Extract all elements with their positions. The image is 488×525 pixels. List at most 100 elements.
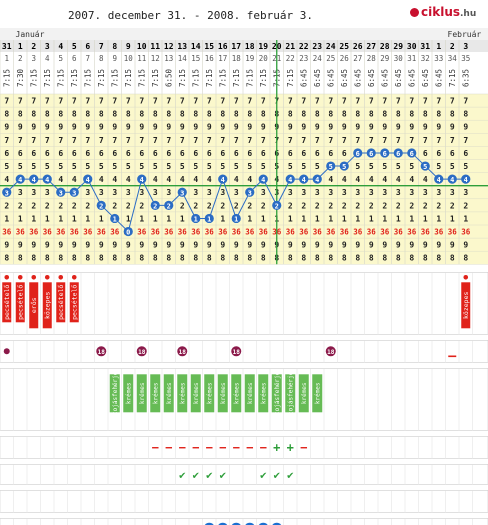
scale-digit: 36 — [353, 228, 363, 237]
scale-digit: 5 — [247, 162, 252, 171]
scale-digit: 7 — [463, 136, 468, 145]
scale-digit: 7 — [261, 136, 266, 145]
time-label: 7:15 — [124, 69, 133, 87]
scale-digit: 7 — [328, 97, 333, 106]
scale-digit: 5 — [234, 162, 239, 171]
scale-digit: 7 — [355, 97, 360, 106]
scale-digit: 3 — [436, 188, 441, 197]
scale-digit: 1 — [85, 214, 90, 223]
scale-digit: 9 — [207, 241, 212, 250]
cycle-day-label: 4 — [45, 54, 50, 63]
scale-digit: 7 — [18, 136, 23, 145]
scale-digit: 9 — [382, 123, 387, 132]
scale-digit: 7 — [166, 97, 171, 106]
scale-digit: 7 — [247, 136, 252, 145]
scale-digit: 9 — [99, 241, 104, 250]
cycle-day-label: 12 — [151, 54, 160, 63]
day-of-month-label: 1 — [436, 42, 441, 51]
scale-digit: 5 — [99, 162, 104, 171]
scale-digit: 36 — [286, 228, 296, 237]
bleeding-dot-icon — [44, 275, 50, 280]
scale-digit: 3 — [153, 188, 158, 197]
scale-digit: 9 — [112, 241, 117, 250]
check-icon: ✔ — [260, 468, 267, 481]
scale-digit: 6 — [31, 149, 36, 158]
scale-digit: 36 — [16, 228, 26, 237]
scale-digit: 8 — [126, 110, 131, 119]
scale-digit: 7 — [409, 97, 414, 106]
scale-digit: 3 — [315, 188, 320, 197]
scale-digit: 7 — [463, 97, 468, 106]
check-icon: ✔ — [287, 468, 294, 481]
scale-digit: 5 — [463, 162, 468, 171]
temperature-point-label: 5 — [342, 163, 346, 171]
scale-digit: 1 — [247, 214, 252, 223]
check-icon: ✔ — [192, 468, 199, 481]
scale-digit: 9 — [315, 123, 320, 132]
scale-digit: 2 — [126, 201, 131, 210]
scale-digit: 8 — [463, 254, 468, 263]
scale-digit: 5 — [355, 162, 360, 171]
scale-digit: 9 — [342, 241, 347, 250]
scale-digit: 7 — [72, 97, 77, 106]
scale-digit: 6 — [193, 149, 198, 158]
scale-digit: 7 — [4, 136, 9, 145]
scale-digit: 2 — [315, 201, 320, 210]
scale-digit: 8 — [409, 254, 414, 263]
scale-digit: 8 — [18, 110, 23, 119]
scale-digit: 4 — [180, 175, 185, 184]
scale-digit: 8 — [396, 110, 401, 119]
scale-digit: 9 — [234, 123, 239, 132]
intercourse-start-icon — [3, 348, 10, 355]
scale-digit: 1 — [342, 214, 347, 223]
scale-digit: 3 — [301, 188, 306, 197]
scale-digit: 5 — [45, 162, 50, 171]
scale-digit: 1 — [220, 214, 225, 223]
day-of-month-label: 5 — [72, 42, 77, 51]
temperature-point-label: 1 — [113, 215, 117, 223]
scale-digit: 36 — [259, 228, 269, 237]
time-label: 6:45 — [299, 69, 308, 87]
scale-digit: 8 — [72, 110, 77, 119]
scale-digit: 4 — [207, 175, 212, 184]
scale-digit: 6 — [139, 149, 144, 158]
scale-digit: 5 — [382, 162, 387, 171]
scale-digit: 9 — [126, 123, 131, 132]
scale-digit: 9 — [99, 123, 104, 132]
scale-digit: 9 — [463, 241, 468, 250]
scale-digit: 5 — [301, 162, 306, 171]
scale-digit: 7 — [139, 136, 144, 145]
scale-digit: 8 — [85, 110, 90, 119]
test-positive-icon: + — [287, 440, 294, 454]
scale-digit: 9 — [355, 123, 360, 132]
scale-digit: 8 — [4, 110, 9, 119]
scale-digit: 9 — [45, 123, 50, 132]
scale-digit: 1 — [45, 214, 50, 223]
scale-digit: 9 — [396, 123, 401, 132]
scale-digit: 9 — [72, 123, 77, 132]
scale-digit: 3 — [382, 188, 387, 197]
bleeding-label: pecsételő — [2, 285, 11, 320]
scale-digit: 9 — [85, 123, 90, 132]
day-of-month-label: 29 — [393, 42, 403, 51]
temperature-point-label: 5 — [329, 163, 333, 171]
scale-digit: 7 — [85, 136, 90, 145]
scale-digit: 6 — [301, 149, 306, 158]
cycle-day-label: 23 — [299, 54, 308, 63]
scale-digit: 7 — [369, 136, 374, 145]
scale-digit: 8 — [247, 110, 252, 119]
day-of-month-label: 11 — [150, 42, 160, 51]
scale-digit: 3 — [31, 188, 36, 197]
cycle-day-label: 28 — [367, 54, 377, 63]
scale-digit: 9 — [369, 123, 374, 132]
scale-digit: 8 — [180, 110, 185, 119]
scale-digit: 2 — [261, 201, 266, 210]
scale-digit: 1 — [423, 214, 428, 223]
day-of-month-label: 2 — [450, 42, 455, 51]
temperature-point-label: 6 — [356, 150, 360, 158]
time-label: 7:15 — [2, 69, 11, 87]
scale-digit: 9 — [31, 123, 36, 132]
scale-digit: 9 — [85, 241, 90, 250]
time-label: 6:45 — [313, 69, 322, 87]
mucus-label: krémes — [247, 382, 254, 404]
